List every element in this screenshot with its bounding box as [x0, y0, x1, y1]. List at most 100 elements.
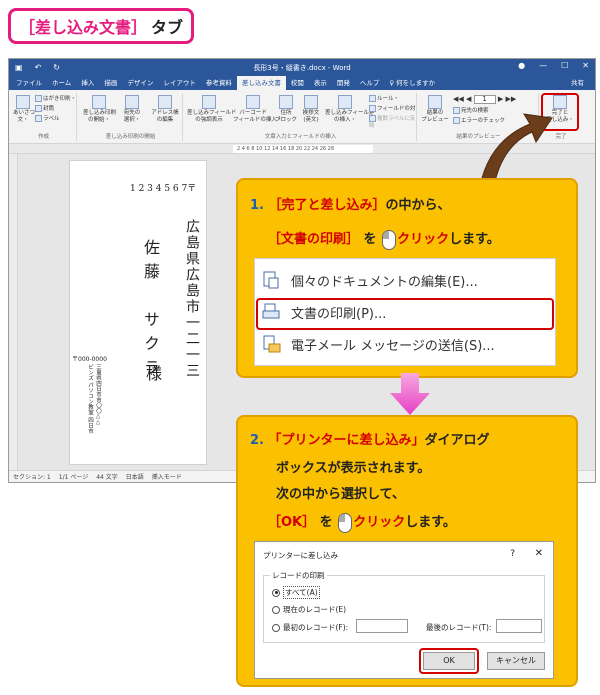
update-labels-button[interactable]: 複数ラベルに反映	[369, 115, 416, 130]
to-record-label: 最後のレコード(T):	[426, 623, 492, 632]
to-record-input[interactable]	[496, 619, 542, 633]
address-block-button[interactable]: 住所 ブロック	[275, 95, 297, 124]
sender-name: ビンズ パソコン教室 四日市	[87, 364, 93, 434]
tab-home[interactable]: ホーム	[47, 76, 76, 90]
title-tab-suffix: タブ	[151, 18, 184, 37]
step1-line2: ［文書の印刷］ を クリックします。	[268, 228, 500, 250]
edit-list-icon	[158, 95, 172, 109]
recipients-icon	[125, 95, 139, 109]
merge-to-printer-dialog: プリンターに差し込み ? ✕ レコードの印刷 すべて(A) 現在のレコード(E)…	[254, 541, 554, 679]
edit-list-label: アドレス帳 の編集	[151, 110, 179, 123]
title-bracket-close: ］	[131, 18, 148, 37]
step2-ok: ［OK］	[268, 515, 316, 530]
greeting-line-label: 挨拶文 (英文)	[302, 110, 320, 123]
greeting-icon	[16, 95, 30, 109]
start-merge-label: 差し込み印刷 の開始・	[83, 110, 117, 123]
group-write-insert: 差し込みフィールド の強調表示 バーコード フィールドの挿入・ 住所 ブロック …	[185, 93, 417, 141]
dialog-title: プリンターに差し込み	[263, 551, 338, 560]
help-icon[interactable]: ?	[510, 549, 515, 559]
account-icon[interactable]: ●	[518, 61, 525, 70]
step2-suffix: します。	[405, 515, 456, 530]
group-start-merge: 差し込み印刷 の開始・ 宛先の 選択・ アドレス帳 の編集 差し込み印刷の開始	[79, 93, 183, 141]
tab-layout[interactable]: レイアウト	[158, 76, 201, 90]
status-words: 44 文字	[96, 474, 118, 481]
tab-draw[interactable]: 描画	[99, 76, 122, 90]
envelope-page: 1 2 3 4 5 6 7〒 広島県広島市一二一三 佐藤 サクラ 様 〒000-…	[69, 160, 207, 465]
title-bracket-open: ［	[19, 18, 36, 37]
title-text: 差し込み文書	[35, 18, 132, 37]
match-fields-icon	[369, 105, 376, 112]
status-page: 1/1 ページ	[58, 474, 89, 481]
step2-text1: ダイアログ	[424, 433, 490, 448]
tab-help[interactable]: ヘルプ	[355, 76, 385, 90]
step1-number: 1.	[250, 198, 264, 213]
update-labels-icon	[369, 115, 376, 122]
print-records-group: レコードの印刷 すべて(A) 現在のレコード(E) 最初のレコード(F): 最後…	[263, 570, 545, 643]
highlight-label: 差し込みフィールド の強調表示	[187, 110, 237, 123]
address-block-icon	[279, 95, 293, 109]
rules-label: ルール・	[377, 96, 400, 102]
tab-view[interactable]: 表示	[309, 76, 332, 90]
find-recipient-icon	[453, 107, 460, 114]
close-icon[interactable]: ✕	[535, 548, 543, 559]
tab-mailings[interactable]: 差し込み文書	[236, 76, 286, 90]
step1-text1: の中から、	[385, 198, 451, 213]
labels-button[interactable]: ラベル	[35, 115, 60, 123]
rules-icon	[369, 95, 376, 102]
sender-postal-code: 〒000-0000	[72, 356, 107, 363]
first-record-icon[interactable]: ◀◀	[453, 95, 464, 103]
document-title: 長形3号・縦書き.docx - Word	[253, 63, 351, 72]
down-arrow	[390, 373, 430, 415]
document-edit-icon	[261, 270, 281, 290]
address-block-label: 住所 ブロック	[275, 110, 298, 123]
tab-design[interactable]: デザイン	[122, 76, 158, 90]
barcode-button[interactable]: バーコード フィールドの挿入・	[233, 95, 282, 124]
rules-button[interactable]: ルール・	[369, 95, 399, 103]
step1-target: ［完了と差し込み］	[268, 198, 386, 213]
start-merge-button[interactable]: 差し込み印刷 の開始・	[83, 95, 117, 124]
menu-send-email[interactable]: 電子メール メッセージの送信(S)...	[261, 329, 549, 359]
radio-current-label: 現在のレコード(E)	[283, 605, 347, 614]
radio-from[interactable]: 最初のレコード(F):	[272, 622, 348, 633]
group-create-label: 作成	[37, 134, 49, 140]
finish-merge-menu: 個々のドキュメントの編集(E)... 文書の印刷(P)... 電子メール メッセ…	[254, 258, 556, 366]
radio-all-icon	[272, 588, 280, 597]
share-button[interactable]: 共有	[566, 76, 589, 90]
recipient-name: 佐藤 サクラ	[141, 239, 160, 383]
postcard-button[interactable]: はがき印刷・	[35, 95, 76, 103]
tab-file[interactable]: ファイル	[11, 76, 47, 90]
tab-references[interactable]: 参考資料	[201, 76, 237, 90]
minimize-icon[interactable]: —	[539, 61, 547, 70]
greeting-label: あいさつ 文・	[13, 110, 36, 123]
tab-developer[interactable]: 開発	[332, 76, 355, 90]
radio-all[interactable]: すべて(A)	[272, 586, 320, 599]
maximize-icon[interactable]: ☐	[561, 61, 568, 70]
step2-particle: を	[319, 515, 333, 530]
select-recipients-button[interactable]: 宛先の 選択・	[117, 95, 147, 124]
postal-code: 1 2 3 4 5 6 7〒	[130, 184, 197, 194]
close-icon[interactable]: ✕	[582, 61, 589, 70]
insert-field-icon	[338, 95, 352, 109]
greeting-line-button[interactable]: 挨拶文 (英文)	[299, 95, 323, 124]
group-create: あいさつ 文・ はがき印刷・ 封筒 ラベル 作成	[11, 93, 77, 141]
envelope-button[interactable]: 封筒	[35, 105, 54, 113]
edit-list-button[interactable]: アドレス帳 の編集	[149, 95, 181, 124]
insert-field-button[interactable]: 差し込みフィールド の挿入・	[325, 95, 374, 124]
ribbon-tabs: ファイル ホーム 挿入 描画 デザイン レイアウト 参考資料 差し込み文書 校閲…	[9, 76, 595, 90]
cancel-button[interactable]: キャンセル	[487, 652, 545, 670]
tell-me-search[interactable]: ♀ 何をしますか	[384, 76, 440, 90]
mouse-icon-2	[338, 512, 353, 533]
preview-icon	[428, 95, 442, 109]
menu-edit-documents[interactable]: 個々のドキュメントの編集(E)...	[261, 265, 549, 295]
tab-insert[interactable]: 挿入	[76, 76, 99, 90]
radio-current[interactable]: 現在のレコード(E)	[272, 604, 346, 615]
preview-results-button[interactable]: 結果の プレビュー	[421, 95, 449, 124]
radio-current-icon	[272, 605, 280, 614]
step2-dialog-name: 「プリンターに差し込み」	[268, 433, 425, 448]
labels-icon	[35, 115, 42, 122]
insert-field-label: 差し込みフィールド の挿入・	[325, 110, 375, 123]
from-record-input[interactable]	[356, 619, 408, 633]
greeting-button[interactable]: あいさつ 文・	[13, 95, 36, 124]
highlight-fields-button[interactable]: 差し込みフィールド の強調表示	[187, 95, 236, 124]
tab-review[interactable]: 校閲	[286, 76, 309, 90]
